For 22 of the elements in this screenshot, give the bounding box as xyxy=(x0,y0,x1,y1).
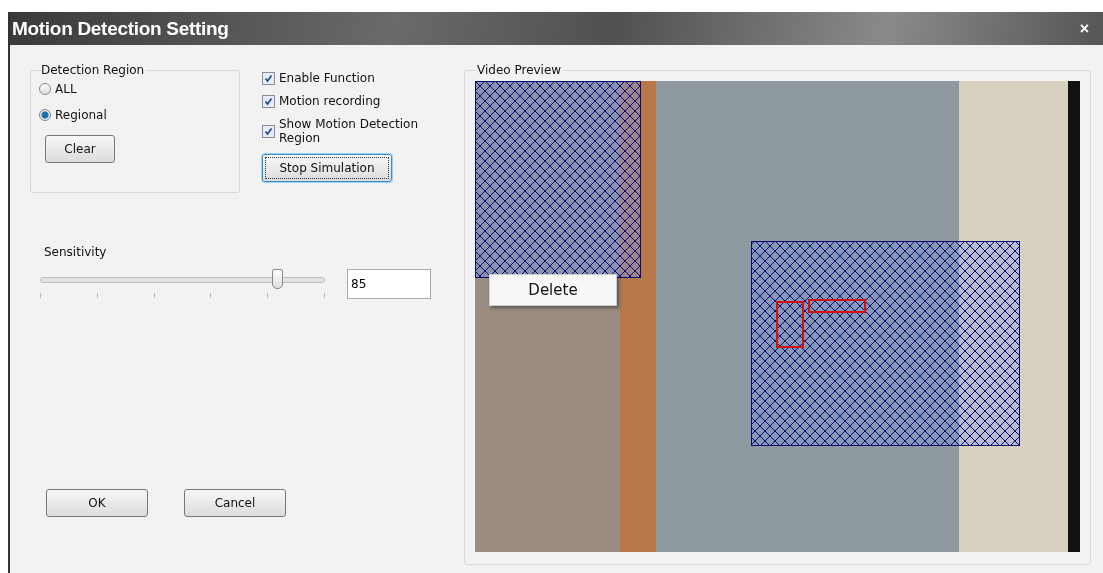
menu-item[interactable]: Delete xyxy=(490,281,616,299)
close-button[interactable]: × xyxy=(1075,19,1093,38)
clear-button[interactable]: Clear xyxy=(45,135,115,163)
checkbox-option[interactable]: Enable Function xyxy=(262,71,429,85)
group-title: Video Preview xyxy=(476,63,563,77)
sensitivity-label: Sensitivity xyxy=(44,245,108,259)
cancel-button[interactable]: Cancel xyxy=(184,489,286,517)
motion-marker xyxy=(808,299,866,313)
radio-option[interactable]: Regional xyxy=(39,105,107,125)
sensitivity-field[interactable]: 85 xyxy=(347,269,431,299)
checkbox-option[interactable]: Motion recording xyxy=(262,94,429,108)
motion-marker xyxy=(776,301,804,348)
slider-thumb[interactable] xyxy=(271,269,283,289)
window-title: Motion Detection Setting xyxy=(12,17,229,40)
group-title: Detection Region xyxy=(40,63,146,77)
radio-option[interactable]: ALL xyxy=(39,79,77,99)
sensitivity-slider[interactable] xyxy=(40,269,325,299)
motion-region-overlay[interactable] xyxy=(475,81,641,278)
stop-simulation-button[interactable]: Stop Simulation xyxy=(262,154,392,182)
checkbox-option[interactable]: Show Motion Detection Region xyxy=(262,117,429,145)
motion-region-overlay[interactable] xyxy=(751,241,1020,446)
ok-button[interactable]: OK xyxy=(46,489,148,517)
